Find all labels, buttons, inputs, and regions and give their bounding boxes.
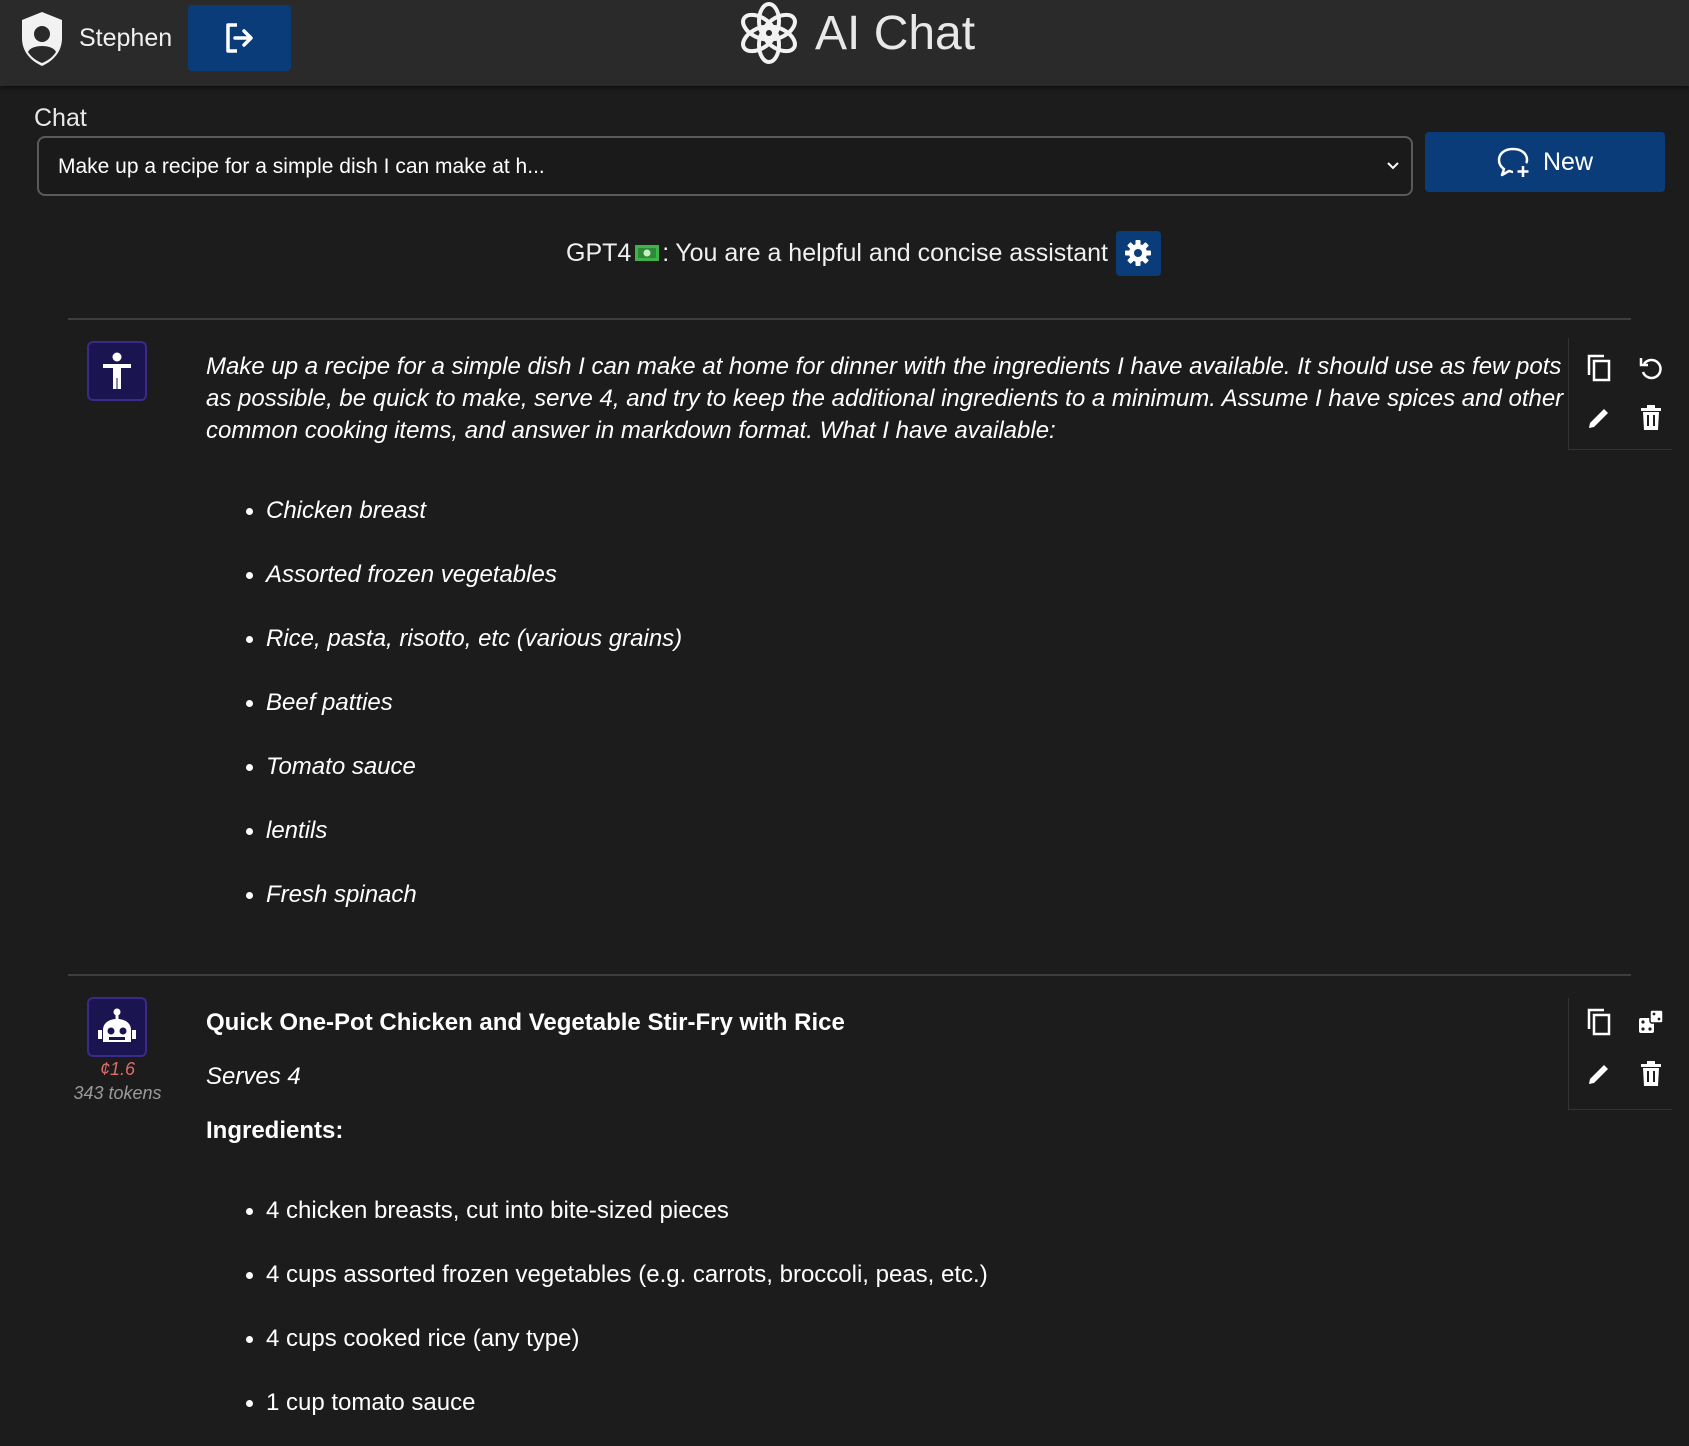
list-item: Tomato sauce: [206, 751, 1566, 815]
list-item: 1 cup tomato sauce: [206, 1387, 1566, 1446]
list-item: Beef patties: [206, 687, 1566, 751]
list-item: Chicken breast: [206, 495, 1566, 559]
model-separator: :: [662, 238, 670, 267]
recipe-title: Quick One-Pot Chicken and Vegetable Stir…: [206, 1009, 845, 1036]
gear-icon: [1125, 240, 1152, 266]
openai-logo-icon: [737, 1, 801, 65]
model-name: GPT4: [566, 238, 632, 267]
user-message: Make up a recipe for a simple dish I can…: [206, 351, 1566, 943]
copy-button[interactable]: [1579, 348, 1619, 388]
new-chat-button-label: New: [1542, 147, 1593, 176]
dice-icon: [1639, 1009, 1664, 1033]
logout-button[interactable]: [188, 5, 291, 71]
edit-button[interactable]: [1579, 398, 1619, 438]
new-chat-icon: [1497, 147, 1529, 177]
shield-user-icon: [18, 10, 66, 68]
message-divider: [68, 318, 1631, 320]
ingredients-heading: Ingredients:: [206, 1117, 344, 1144]
logout-icon: [225, 23, 253, 53]
delete-button[interactable]: [1631, 398, 1671, 438]
token-count: 343 tokens: [73, 1083, 162, 1103]
user-name: Stephen: [79, 24, 173, 52]
list-item: Rice, pasta, risotto, etc (various grain…: [206, 623, 1566, 687]
list-item: Assorted frozen vegetables: [206, 559, 1566, 623]
list-item: Fresh spinach: [206, 879, 1566, 943]
list-item: 4 cups assorted frozen vegetables (e.g. …: [206, 1259, 1566, 1323]
trash-icon: [1641, 1061, 1661, 1086]
ingredients-list: 4 chicken breasts, cut into bite-sized p…: [206, 1195, 1566, 1446]
list-item: 4 chicken breasts, cut into bite-sized p…: [206, 1195, 1566, 1259]
list-item: 4 cups cooked rice (any type): [206, 1323, 1566, 1387]
chevron-down-icon: [1387, 162, 1399, 170]
copy-icon: [1587, 354, 1611, 382]
message-cost: ¢1.6: [99, 1059, 136, 1079]
recipe-serves: Serves 4: [206, 1063, 301, 1090]
trash-icon: [1641, 405, 1661, 430]
regenerate-button[interactable]: [1631, 348, 1671, 388]
pencil-icon: [1589, 409, 1608, 428]
assistant-avatar: [87, 997, 147, 1057]
list-item: lentils: [206, 815, 1566, 879]
system-prompt: You are a helpful and concise assistant: [675, 238, 1108, 267]
delete-button[interactable]: [1631, 1054, 1671, 1094]
user-avatar: [87, 341, 147, 401]
user-message-actions: [1568, 338, 1672, 450]
chat-select[interactable]: Make up a recipe for a simple dish I can…: [37, 136, 1413, 196]
copy-icon: [1587, 1008, 1611, 1036]
person-icon: [103, 352, 131, 389]
app-title: AI Chat: [815, 7, 976, 60]
user-message-list: Chicken breast Assorted frozen vegetable…: [206, 495, 1566, 943]
edit-button[interactable]: [1579, 1054, 1619, 1094]
settings-button[interactable]: [1115, 230, 1161, 276]
copy-button[interactable]: [1579, 1002, 1619, 1042]
undo-icon: [1639, 358, 1662, 380]
randomize-button[interactable]: [1631, 1002, 1671, 1042]
model-bar: GPT4 : You are a helpful and concise ass…: [566, 230, 1161, 276]
top-bar: Stephen AI Chat: [0, 0, 1689, 86]
message-divider: [68, 974, 1631, 976]
chat-label: Chat: [34, 104, 87, 132]
assistant-message: Quick One-Pot Chicken and Vegetable Stir…: [206, 1007, 1566, 1446]
new-chat-button[interactable]: New: [1425, 132, 1665, 192]
user-message-text: Make up a recipe for a simple dish I can…: [206, 353, 1564, 444]
money-icon: [635, 245, 660, 261]
assistant-message-actions: [1568, 998, 1672, 1110]
pencil-icon: [1589, 1065, 1608, 1084]
chat-select-value: Make up a recipe for a simple dish I can…: [58, 155, 545, 178]
robot-icon: [98, 1008, 136, 1042]
